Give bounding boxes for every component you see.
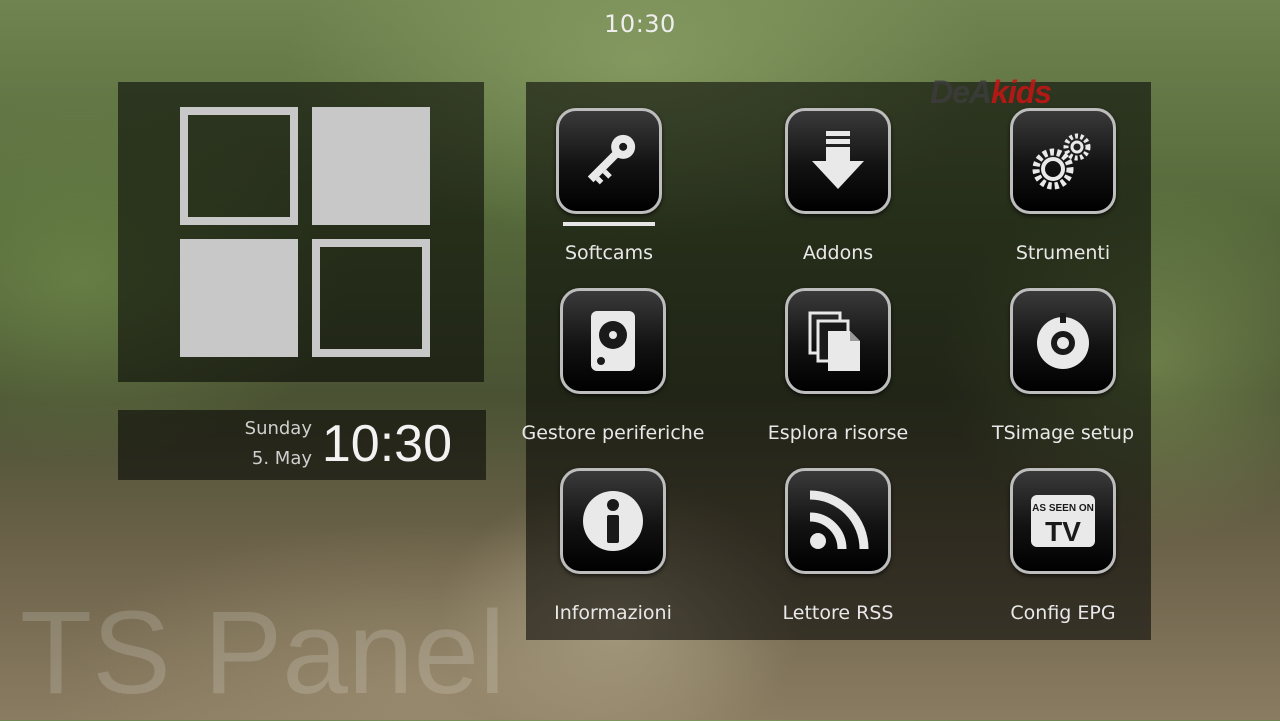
menu-item-addons[interactable]: Addons: [728, 108, 948, 284]
tv-icon-title: TV: [1045, 516, 1081, 547]
date-time-panel: Sunday 5. May 10:30: [118, 410, 486, 480]
gestore-periferiche-label: Gestore periferiche: [521, 422, 705, 444]
gestore-periferiche-button[interactable]: [560, 288, 666, 394]
lettore-rss-button[interactable]: [785, 468, 891, 574]
panel-watermark: TS Panel: [20, 587, 506, 719]
channel-logo-part1: DeA: [930, 74, 992, 110]
key-icon: [587, 134, 636, 185]
large-clock: 10:30: [321, 415, 452, 473]
gears-icon: [1032, 133, 1091, 190]
channel-logo: DeAkids: [930, 74, 1052, 111]
softcams-button[interactable]: [556, 108, 662, 214]
config-epg-label: Config EPG: [1010, 602, 1116, 624]
menu-item-tsimage-setup[interactable]: TSimage setup: [953, 288, 1173, 464]
informazioni-label: Informazioni: [554, 602, 672, 624]
rss-icon: [809, 490, 869, 550]
channel-logo-part2: kids: [991, 74, 1052, 110]
windows-logo-panel: [118, 82, 484, 382]
harddisk-icon: [591, 311, 635, 371]
tsimage-setup-label: TSimage setup: [991, 422, 1135, 444]
informazioni-button[interactable]: [560, 468, 666, 574]
logo-tile-solid: [312, 107, 430, 225]
esplora-risorse-label: Esplora risorse: [767, 422, 909, 444]
menu-item-config-epg[interactable]: AS SEEN ON TV Config EPG: [953, 468, 1173, 644]
menu-item-gestore-periferiche[interactable]: Gestore periferiche: [503, 288, 723, 464]
addons-button[interactable]: [785, 108, 891, 214]
addons-label: Addons: [802, 242, 874, 264]
strumenti-button[interactable]: [1010, 108, 1116, 214]
strumenti-label: Strumenti: [1015, 242, 1111, 264]
date-label: 5. May: [251, 448, 312, 469]
logo-tile-solid: [180, 239, 298, 357]
tv-icon: AS SEEN ON TV: [1031, 495, 1095, 547]
tv-icon-caption: AS SEEN ON: [1032, 503, 1094, 514]
download-icon: [812, 131, 864, 189]
menu-item-strumenti[interactable]: Strumenti: [953, 108, 1173, 284]
logo-tile-outline: [180, 107, 298, 225]
menu-item-informazioni[interactable]: Informazioni: [503, 468, 723, 644]
softcams-label: Softcams: [565, 242, 653, 264]
logo-tile-outline: [312, 239, 430, 357]
info-icon: [583, 491, 643, 551]
menu-item-lettore-rss[interactable]: Lettore RSS: [728, 468, 948, 644]
menu-item-esplora-risorse[interactable]: Esplora risorse: [728, 288, 948, 464]
esplora-risorse-button[interactable]: [785, 288, 891, 394]
menu-item-softcams[interactable]: Softcams: [499, 108, 719, 284]
dial-icon: [1037, 313, 1089, 369]
weekday-label: Sunday: [244, 418, 312, 439]
selection-indicator: [563, 222, 655, 226]
tsimage-setup-button[interactable]: [1010, 288, 1116, 394]
lettore-rss-label: Lettore RSS: [782, 602, 894, 624]
top-clock: 10:30: [604, 10, 676, 38]
files-icon: [808, 311, 860, 371]
main-menu-panel: Softcams Addons Strumenti Gestore perife…: [522, 82, 1151, 640]
config-epg-button[interactable]: AS SEEN ON TV: [1010, 468, 1116, 574]
